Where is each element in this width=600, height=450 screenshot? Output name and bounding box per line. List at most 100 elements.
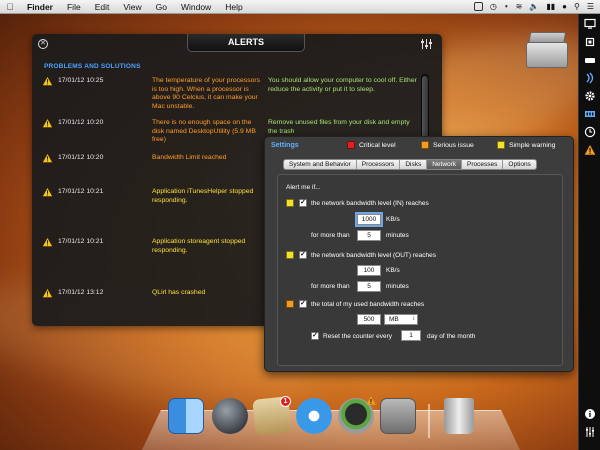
menu-view[interactable]: View	[116, 2, 148, 12]
battery-icon[interactable]: ▮▮	[546, 2, 555, 11]
menu-go[interactable]: Go	[149, 2, 174, 12]
reset-day-suffix: day of the month	[427, 333, 476, 340]
rule-in-severity-swatch[interactable]	[286, 199, 294, 207]
alert-me-label: Alert me if...	[286, 184, 321, 191]
alert-time: 17/01/12 10:20	[58, 119, 104, 126]
menu-bar:  Finder File Edit View Go Window Help ◷…	[0, 0, 600, 14]
info-icon[interactable]	[584, 408, 596, 420]
network-icon[interactable]	[584, 72, 596, 84]
alert-message: Application iTunesHelper stopped respond…	[152, 188, 254, 204]
alert-message: Bandwidth Limit reached	[152, 154, 227, 161]
rule-out-value-input[interactable]	[357, 265, 381, 276]
hard-disk-icon[interactable]	[524, 28, 570, 72]
legend-critical: Critical level	[347, 141, 396, 149]
bluetooth-icon[interactable]: ᛭	[504, 2, 509, 11]
alert-solution: Remove unused files from your disk and e…	[268, 119, 410, 135]
settings-panel: Settings Critical level Serious issue Si…	[264, 136, 574, 372]
wifi-icon[interactable]: ≋	[516, 2, 523, 11]
serious-issue-swatch	[421, 141, 429, 149]
alert-message: QLirl has crashed	[152, 289, 206, 296]
rule-total-severity-swatch[interactable]	[286, 300, 294, 308]
safari-dock-icon[interactable]	[296, 398, 332, 434]
rule-total-label: the total of my used bandwidth reaches	[311, 301, 425, 308]
finder-dock-icon[interactable]	[168, 398, 204, 434]
settings-title: Settings	[271, 142, 299, 149]
rule-out-minutes-label: minutes	[386, 283, 409, 290]
sliders-icon[interactable]	[584, 426, 596, 438]
warning-triangle-icon	[42, 153, 53, 163]
mail-badge: 1	[280, 396, 291, 407]
apple-menu-icon[interactable]: 	[0, 2, 20, 12]
menu-window[interactable]: Window	[174, 2, 218, 12]
section-title: PROBLEMS AND SOLUTIONS	[44, 63, 141, 70]
rule-out-unit: KB/s	[386, 267, 400, 274]
menu-edit[interactable]: Edit	[88, 2, 117, 12]
settings-tabs: System and Behavior Processors Disks Net…	[283, 159, 537, 170]
rule-in-label: the network bandwidth level (IN) reaches	[311, 200, 429, 207]
rule-in-value-input[interactable]	[357, 214, 381, 225]
alert-time: 17/01/12 10:25	[58, 77, 104, 84]
volume-icon[interactable]: 🔈	[529, 2, 539, 11]
rule-total-checkbox[interactable]: ✓	[299, 300, 307, 308]
alert-time: 17/01/12 10:20	[58, 154, 104, 161]
simple-warning-swatch	[497, 141, 505, 149]
rule-total-value-input[interactable]	[357, 314, 381, 325]
menu-extra-app-icon[interactable]	[473, 2, 483, 11]
rule-out-severity-swatch[interactable]	[286, 251, 294, 259]
system-preferences-dock-icon[interactable]	[380, 398, 416, 434]
right-icon-strip	[578, 14, 600, 450]
monitor-icon[interactable]	[584, 18, 596, 30]
alert-message: Application storeagent stopped respondin…	[152, 238, 246, 254]
disk-icon[interactable]	[584, 54, 596, 66]
settings-sliders-icon[interactable]	[420, 39, 432, 49]
menu-file[interactable]: File	[60, 2, 88, 12]
warning-triangle-icon	[42, 288, 53, 298]
rule-in-for-label: for more than	[311, 232, 350, 239]
rule-out-minutes-input[interactable]	[357, 281, 381, 292]
processor-icon[interactable]	[584, 36, 596, 48]
alerts-title: ALERTS	[187, 34, 305, 52]
legend-warning: Simple warning	[497, 141, 555, 149]
menu-extras: ◷ ᛭ ≋ 🔈 ▮▮ ● ⚲ ☰	[473, 2, 600, 11]
rule-out-checkbox[interactable]: ✓	[299, 251, 307, 259]
rule-in-checkbox[interactable]: ✓	[299, 199, 307, 207]
trash-dock-icon[interactable]	[444, 398, 474, 434]
warning-triangle-icon	[42, 187, 53, 197]
alert-message: The temperature of your processors is to…	[152, 77, 261, 110]
memory-icon[interactable]	[584, 108, 596, 120]
menu-help[interactable]: Help	[218, 2, 249, 12]
select-arrows-icon: ↕	[412, 316, 415, 322]
gear-icon[interactable]	[584, 90, 596, 102]
clock-icon[interactable]	[584, 126, 596, 138]
rule-in-unit: KB/s	[386, 216, 400, 223]
dock-divider	[428, 404, 430, 438]
dock-warning-icon	[366, 396, 376, 405]
reset-counter-checkbox[interactable]: ✓	[311, 332, 319, 340]
spotlight-search-icon[interactable]: ⚲	[574, 2, 580, 11]
warning-triangle-icon	[42, 118, 53, 128]
warning-triangle-icon	[42, 76, 53, 86]
warning-triangle-icon	[42, 237, 53, 247]
time-machine-icon[interactable]: ◷	[490, 2, 497, 11]
reset-day-input[interactable]	[401, 330, 421, 341]
rule-in-minutes-input[interactable]	[357, 230, 381, 241]
tab-system-and-behavior[interactable]: System and Behavior	[284, 160, 357, 169]
tab-options[interactable]: Options	[503, 160, 535, 169]
rule-total-unit-value: MB	[389, 316, 399, 323]
rule-total-unit-select[interactable]: MB ↕	[384, 314, 418, 325]
alerts-warning-icon[interactable]	[584, 144, 596, 156]
launchpad-dock-icon[interactable]	[212, 398, 248, 434]
tab-processes[interactable]: Processes	[462, 160, 504, 169]
user-icon[interactable]: ●	[562, 2, 567, 11]
network-settings-pane: Alert me if... ✓ the network bandwidth l…	[277, 174, 563, 366]
menu-finder[interactable]: Finder	[20, 2, 60, 12]
tab-network[interactable]: Network	[427, 160, 463, 169]
alert-time: 17/01/12 10:21	[58, 188, 104, 195]
legend-serious-label: Serious issue	[433, 141, 474, 149]
notification-list-icon[interactable]: ☰	[587, 2, 594, 11]
alert-time: 17/01/12 10:21	[58, 238, 104, 245]
close-icon[interactable]: ✕	[38, 39, 48, 49]
alert-time: 17/01/12 13:12	[58, 289, 104, 296]
tab-disks[interactable]: Disks	[400, 160, 428, 169]
tab-processors[interactable]: Processors	[357, 160, 401, 169]
